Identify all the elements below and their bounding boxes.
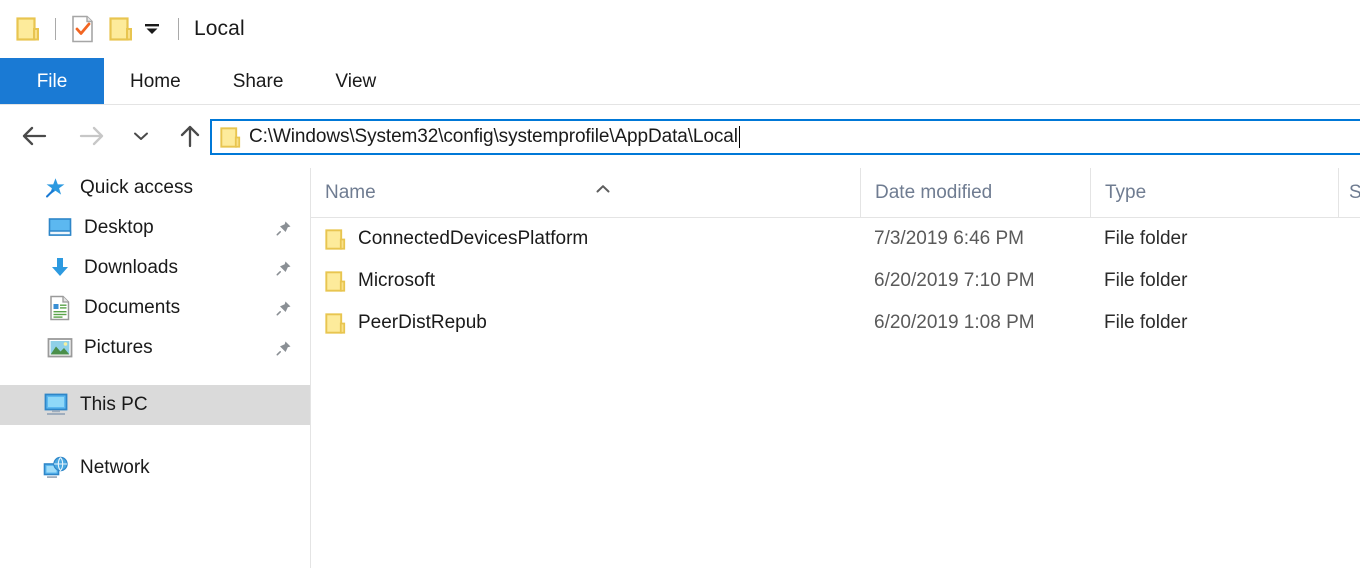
column-header-type[interactable]: Type <box>1090 168 1338 218</box>
column-header-row: Name Date modified Type S <box>311 168 1360 218</box>
column-header-divider <box>311 217 1360 218</box>
sidebar-item-label: This PC <box>80 394 148 415</box>
sidebar-item-downloads[interactable]: Downloads <box>0 248 310 288</box>
date-modified-cell: 6/20/2019 7:10 PM <box>874 270 1035 291</box>
chevron-down-icon <box>134 132 148 140</box>
tab-home[interactable]: Home <box>104 58 207 105</box>
title-bar: Local <box>0 0 1360 58</box>
folder-icon <box>325 228 346 251</box>
new-folder-icon[interactable] <box>107 14 135 44</box>
tab-view[interactable]: View <box>309 58 402 105</box>
address-folder-icon <box>220 126 241 149</box>
forward-arrow-icon <box>79 126 104 146</box>
type-cell: File folder <box>1104 228 1188 249</box>
file-list-pane: Name Date modified Type S Con <box>311 168 1360 568</box>
table-row[interactable]: ConnectedDevicesPlatform 7/3/2019 6:46 P… <box>311 218 1360 260</box>
up-button[interactable] <box>170 116 210 156</box>
date-modified-cell: 7/3/2019 6:46 PM <box>874 228 1024 249</box>
qat-separator-1 <box>55 18 56 40</box>
column-header-date-modified[interactable]: Date modified <box>860 168 1090 218</box>
file-name-cell: Microsoft <box>311 260 860 302</box>
sidebar-item-label: Pictures <box>84 337 153 358</box>
sidebar-item-label: Quick access <box>80 177 193 198</box>
sidebar-item-quick-access[interactable]: Quick access <box>0 168 310 208</box>
qat-separator-2 <box>178 18 179 40</box>
sidebar-item-label: Downloads <box>84 257 178 278</box>
network-icon <box>42 454 70 482</box>
folder-icon <box>220 126 241 148</box>
window-title: Local <box>194 17 245 40</box>
column-header-size[interactable]: S <box>1338 168 1360 218</box>
tab-share[interactable]: Share <box>207 58 310 105</box>
up-arrow-icon <box>180 125 200 148</box>
column-header-name[interactable]: Name <box>311 168 860 218</box>
address-bar[interactable]: C:\Windows\System32\config\systemprofile… <box>210 119 1360 155</box>
column-header-label: Type <box>1105 182 1147 203</box>
sidebar-item-network[interactable]: Network <box>0 448 310 488</box>
file-name-label: ConnectedDevicesPlatform <box>358 228 589 249</box>
sidebar-item-desktop[interactable]: Desktop <box>0 208 310 248</box>
pin-icon[interactable] <box>276 260 292 276</box>
column-header-label: Date modified <box>875 182 993 203</box>
folder-icon <box>325 312 346 335</box>
sidebar-item-documents[interactable]: Documents <box>0 288 310 328</box>
pin-icon[interactable] <box>276 340 292 356</box>
this-pc-icon <box>42 391 70 419</box>
explorer-folder-icon[interactable] <box>14 14 42 44</box>
pin-icon[interactable] <box>276 300 292 316</box>
column-header-label: Name <box>325 182 376 203</box>
sidebar-item-label: Desktop <box>84 217 154 238</box>
sidebar-item-this-pc[interactable]: This PC <box>0 385 310 425</box>
text-cursor <box>738 126 740 148</box>
table-row[interactable]: PeerDistRepub 6/20/2019 1:08 PM File fol… <box>311 302 1360 344</box>
properties-icon[interactable] <box>69 14 97 44</box>
downloads-arrow-icon <box>46 254 74 282</box>
date-modified-cell: 6/20/2019 1:08 PM <box>874 312 1035 333</box>
desktop-monitor-icon <box>46 214 74 242</box>
customize-qat-button[interactable] <box>139 14 165 44</box>
forward-button[interactable] <box>72 116 112 156</box>
sidebar-item-label: Network <box>80 457 150 478</box>
folder-icon <box>325 270 346 293</box>
sidebar-item-pictures[interactable]: Pictures <box>0 328 310 368</box>
file-name-label: PeerDistRepub <box>358 312 487 333</box>
table-row[interactable]: Microsoft 6/20/2019 7:10 PM File folder <box>311 260 1360 302</box>
back-button[interactable] <box>14 116 54 156</box>
quick-access-star-icon <box>42 174 70 202</box>
folder-icon <box>16 17 39 41</box>
folder-icon <box>109 17 132 41</box>
navigation-pane: Quick access Desktop Downloads Documents… <box>0 168 310 568</box>
back-arrow-icon <box>22 126 47 146</box>
type-cell: File folder <box>1104 312 1188 333</box>
file-name-cell: ConnectedDevicesPlatform <box>311 218 860 260</box>
chevron-down-icon <box>145 24 159 34</box>
ribbon-tab-bar: File Home Share View <box>0 58 1360 105</box>
column-header-label: S <box>1349 182 1360 204</box>
sidebar-item-label: Documents <box>84 297 181 318</box>
address-input[interactable]: C:\Windows\System32\config\systemprofile… <box>249 126 738 148</box>
file-name-label: Microsoft <box>358 270 436 291</box>
recent-locations-button[interactable] <box>126 116 156 156</box>
type-cell: File folder <box>1104 270 1188 291</box>
pictures-icon <box>46 334 74 362</box>
sort-ascending-icon <box>595 178 611 193</box>
document-check-icon <box>72 15 93 43</box>
file-name-cell: PeerDistRepub <box>311 302 860 344</box>
tab-file[interactable]: File <box>0 58 104 105</box>
pin-icon[interactable] <box>276 220 292 236</box>
documents-icon <box>46 294 74 322</box>
